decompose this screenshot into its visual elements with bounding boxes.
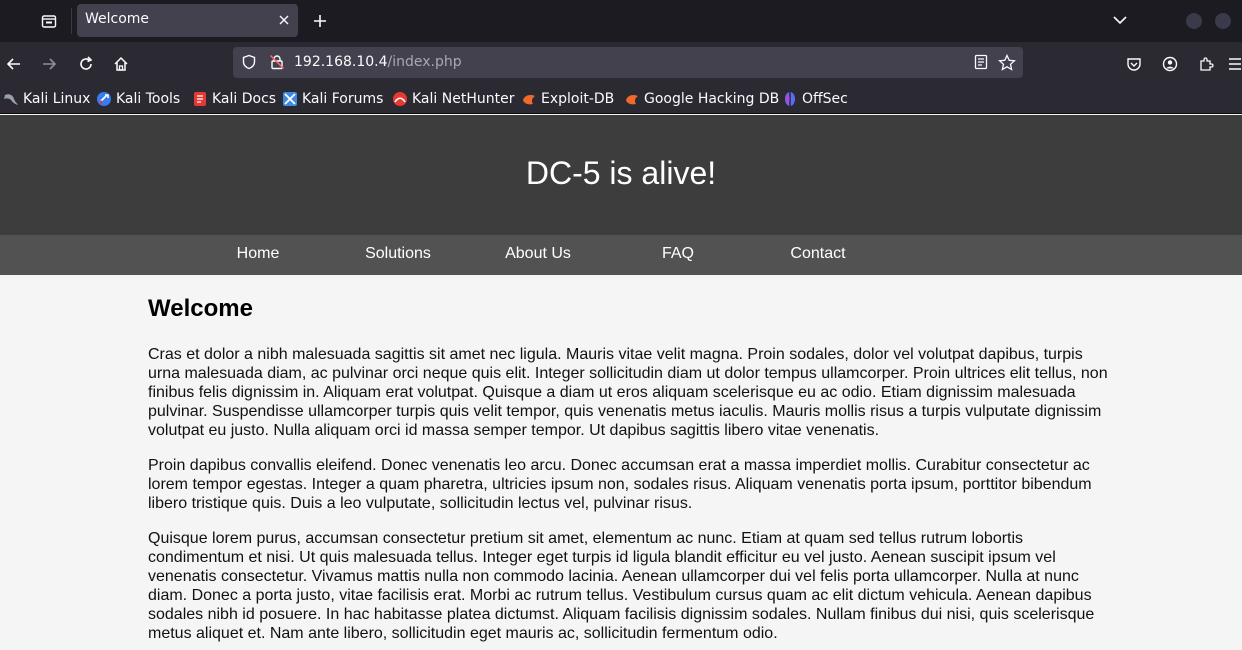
bookmark-kali-tools[interactable]: Kali Tools <box>96 90 180 108</box>
bookmark-label: Kali Tools <box>116 91 181 107</box>
nav-about-us-link[interactable]: About Us <box>468 245 608 263</box>
bookmark-kali-linux[interactable]: Kali Linux <box>3 90 90 108</box>
navigation-toolbar: 192.168.10.4/index.php <box>0 42 1242 84</box>
bookmark-label: Kali NetHunter <box>412 91 515 107</box>
nav-home-link[interactable]: Home <box>188 245 328 263</box>
bookmark-label: Exploit-DB <box>541 91 615 107</box>
puzzle-icon <box>1200 57 1214 71</box>
tab-welcome[interactable]: Welcome <box>77 4 298 37</box>
close-tab-button[interactable] <box>276 12 292 28</box>
firefox-view-button[interactable] <box>34 8 64 34</box>
nav-contact-link[interactable]: Contact <box>748 245 888 263</box>
home-button[interactable] <box>108 51 134 77</box>
offsec-icon <box>782 91 798 107</box>
nav-faq-link[interactable]: FAQ <box>608 245 748 263</box>
kali-forums-icon <box>282 91 298 107</box>
reload-icon <box>80 56 93 70</box>
reader-view-button[interactable] <box>973 54 989 74</box>
star-icon <box>998 53 1016 71</box>
account-icon <box>1162 56 1178 72</box>
bookmark-google-hacking-db[interactable]: Google Hacking DB <box>624 90 779 108</box>
nav-solutions-link[interactable]: Solutions <box>328 245 468 263</box>
firefox-view-icon <box>41 15 57 28</box>
bookmark-star-button[interactable] <box>998 53 1016 76</box>
menu-icon <box>1229 58 1241 70</box>
bookmark-label: OffSec <box>802 91 848 107</box>
close-window-button[interactable] <box>1215 13 1231 29</box>
close-icon <box>279 15 289 25</box>
url-path: /index.php <box>387 54 462 70</box>
bookmark-label: Kali Forums <box>302 91 384 107</box>
pocket-icon <box>1127 58 1141 71</box>
reader-view-icon <box>974 54 988 70</box>
kali-tools-icon <box>96 91 112 107</box>
forward-button[interactable] <box>36 51 62 77</box>
url-text[interactable]: 192.168.10.4/index.php <box>294 54 462 70</box>
bookmark-offsec[interactable]: OffSec <box>782 90 848 108</box>
bookmarks-toolbar: Kali Linux Kali Tools Kali Docs Kali For… <box>0 84 1242 114</box>
site-title: DC-5 is alive! <box>525 155 717 191</box>
tab-bar: Welcome <box>0 0 1242 42</box>
extensions-button[interactable] <box>1193 51 1219 77</box>
tab-title: Welcome <box>85 11 150 27</box>
plus-icon <box>314 15 326 27</box>
bookmark-exploit-db[interactable]: Exploit-DB <box>521 90 614 108</box>
bookmark-kali-nethunter[interactable]: Kali NetHunter <box>392 90 514 108</box>
url-bar[interactable]: 192.168.10.4/index.php <box>233 47 1023 78</box>
app-menu-button[interactable] <box>1222 51 1242 77</box>
ghdb-icon <box>624 91 640 107</box>
back-button[interactable] <box>1 51 27 77</box>
arrow-left-icon <box>6 58 20 70</box>
home-icon <box>114 56 128 71</box>
bookmark-kali-docs[interactable]: Kali Docs <box>192 90 276 108</box>
kali-nethunter-icon <box>392 91 408 107</box>
exploit-db-icon <box>521 91 537 107</box>
bookmark-label: Kali Linux <box>23 91 91 107</box>
reload-button[interactable] <box>73 51 99 77</box>
url-host: 192.168.10.4 <box>294 54 388 70</box>
bookmark-kali-forums[interactable]: Kali Forums <box>282 90 383 108</box>
bookmark-label: Google Hacking DB <box>644 91 780 107</box>
site-nav: Home Solutions About Us FAQ Contact <box>0 235 1242 275</box>
chevron-down-icon <box>1113 16 1127 25</box>
site-header: DC-5 is alive! <box>0 115 1242 235</box>
page-heading: Welcome <box>148 295 253 322</box>
insecure-lock-icon[interactable] <box>269 54 285 74</box>
tab-separator <box>71 8 72 34</box>
kali-dragon-icon <box>3 91 19 107</box>
list-all-tabs-button[interactable] <box>1108 8 1132 32</box>
pocket-button[interactable] <box>1121 51 1147 77</box>
account-button[interactable] <box>1157 51 1183 77</box>
paragraph: Proin dapibus convallis eleifend. Donec … <box>148 457 1092 512</box>
paragraph: Quisque lorem purus, accumsan consectetu… <box>148 530 1095 642</box>
paragraph: Cras et dolor a nibh malesuada sagittis … <box>148 346 1108 439</box>
main-content: Welcome Cras et dolor a nibh malesuada s… <box>148 275 1110 643</box>
tracking-protection-icon[interactable] <box>241 54 257 74</box>
bookmark-label: Kali Docs <box>212 91 277 107</box>
new-tab-button[interactable] <box>308 8 332 34</box>
minimize-button[interactable] <box>1186 13 1202 29</box>
kali-docs-icon <box>192 91 208 107</box>
arrow-right-icon <box>43 58 57 70</box>
